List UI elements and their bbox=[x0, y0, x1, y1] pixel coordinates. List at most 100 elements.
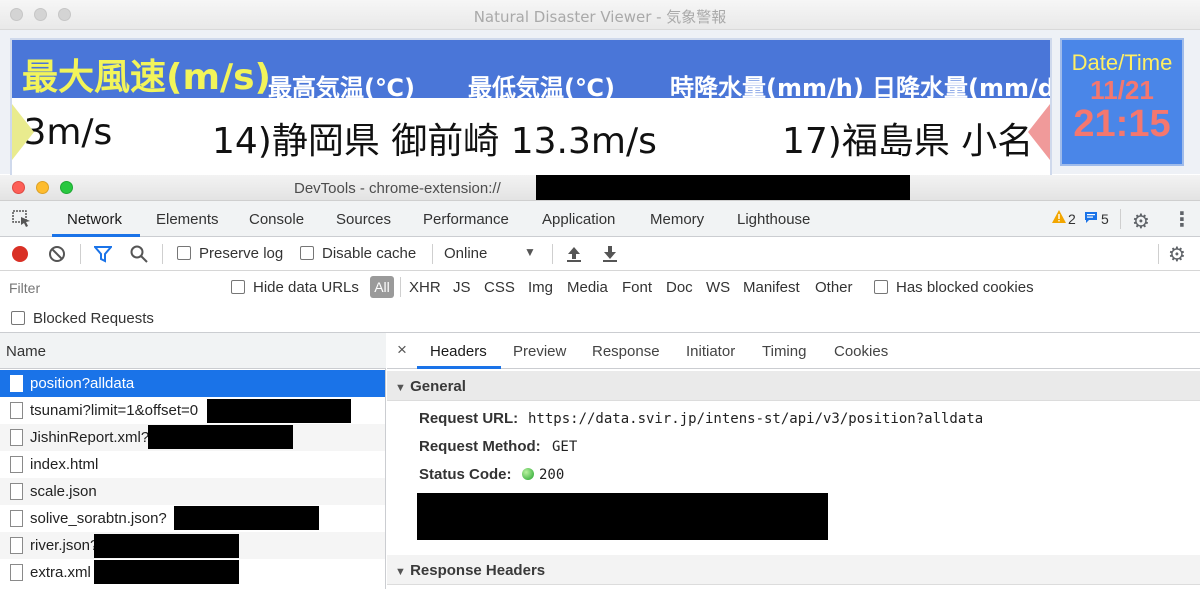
blocked-requests-label[interactable]: Blocked Requests bbox=[33, 310, 154, 327]
scroll-left-arrow-icon[interactable] bbox=[12, 104, 34, 160]
messages-count[interactable]: 5 bbox=[1101, 211, 1109, 227]
filter-type-img[interactable]: Img bbox=[528, 279, 553, 296]
name-column-header[interactable]: Name bbox=[0, 333, 386, 369]
request-row[interactable]: JishinReport.xml? bbox=[0, 424, 385, 451]
throttling-select[interactable]: Online bbox=[444, 245, 487, 262]
ticker-column-hourly-rain: 時降水量(mm/h) bbox=[670, 74, 864, 102]
scroll-right-arrow-icon[interactable] bbox=[1028, 104, 1050, 160]
filter-funnel-icon[interactable] bbox=[92, 245, 114, 267]
request-name: index.html bbox=[30, 456, 99, 473]
request-row[interactable]: index.html bbox=[0, 451, 385, 478]
clear-icon[interactable] bbox=[48, 245, 66, 267]
datetime-label: Date/Time bbox=[1071, 50, 1173, 75]
request-name: JishinReport.xml? bbox=[30, 429, 150, 446]
warnings-count[interactable]: 2 bbox=[1068, 211, 1076, 227]
request-row[interactable]: scale.json bbox=[0, 478, 385, 505]
chevron-down-icon[interactable]: ▼ bbox=[524, 245, 536, 259]
document-icon bbox=[10, 456, 23, 473]
devtools-tabbar: Network Elements Console Sources Perform… bbox=[0, 201, 1200, 237]
tab-console[interactable]: Console bbox=[249, 211, 304, 228]
tab-performance[interactable]: Performance bbox=[423, 211, 509, 228]
filter-type-doc[interactable]: Doc bbox=[666, 279, 693, 296]
has-blocked-cookies-checkbox[interactable] bbox=[874, 280, 888, 294]
filter-type-media[interactable]: Media bbox=[567, 279, 608, 296]
triangle-down-icon: ▼ bbox=[395, 382, 406, 394]
app-window-title: Natural Disaster Viewer - 気象警報 bbox=[473, 8, 727, 26]
record-button[interactable] bbox=[12, 246, 28, 262]
redaction-box bbox=[94, 560, 239, 584]
preserve-log-label[interactable]: Preserve log bbox=[199, 245, 283, 262]
network-settings-gear-icon[interactable]: ⚙ bbox=[1168, 242, 1186, 267]
minimize-window-button[interactable] bbox=[36, 181, 49, 194]
document-icon bbox=[10, 375, 23, 392]
triangle-down-icon: ▼ bbox=[395, 566, 406, 578]
divider bbox=[1120, 209, 1121, 229]
divider bbox=[162, 244, 163, 264]
tab-network[interactable]: Network bbox=[67, 211, 122, 228]
inspect-element-icon[interactable] bbox=[12, 210, 32, 232]
weather-ticker: 最大風速(m/s) 最高気温(℃) 最低気温(℃) 時降水量(mm/h) 日降水… bbox=[10, 38, 1052, 198]
filter-type-css[interactable]: CSS bbox=[484, 279, 515, 296]
message-icon[interactable] bbox=[1084, 211, 1098, 228]
request-row[interactable]: position?alldata bbox=[0, 370, 385, 397]
request-list-pane: Name position?alldata tsunami?limit=1&of… bbox=[0, 333, 386, 589]
warning-icon[interactable] bbox=[1052, 210, 1066, 227]
divider bbox=[432, 244, 433, 264]
tab-memory[interactable]: Memory bbox=[650, 211, 704, 228]
more-options-icon[interactable]: ⋮ bbox=[1172, 207, 1192, 232]
ticker-item: 14)静岡県 御前崎 13.3m/s bbox=[212, 121, 657, 162]
filter-type-js[interactable]: JS bbox=[453, 279, 471, 296]
divider bbox=[400, 277, 401, 297]
hide-data-urls-checkbox[interactable] bbox=[231, 280, 245, 294]
request-name: tsunami?limit=1&offset=0 bbox=[30, 402, 199, 419]
request-row[interactable]: extra.xml bbox=[0, 559, 385, 586]
blocked-requests-checkbox[interactable] bbox=[11, 311, 25, 325]
tab-response[interactable]: Response bbox=[592, 343, 660, 360]
close-window-button[interactable] bbox=[12, 181, 25, 194]
tab-preview[interactable]: Preview bbox=[513, 343, 566, 360]
hide-data-urls-label[interactable]: Hide data URLs bbox=[253, 279, 359, 296]
document-icon bbox=[10, 429, 23, 446]
filter-type-font[interactable]: Font bbox=[622, 279, 652, 296]
tab-cookies[interactable]: Cookies bbox=[834, 343, 888, 360]
divider bbox=[552, 244, 553, 264]
request-row[interactable]: river.json? bbox=[0, 532, 385, 559]
import-har-icon[interactable] bbox=[566, 245, 582, 267]
filter-type-ws[interactable]: WS bbox=[706, 279, 730, 296]
ticker-column-min-temp: 最低気温(℃) bbox=[468, 74, 615, 102]
request-row[interactable]: solive_sorabtn.json? bbox=[0, 505, 385, 532]
ticker-item: 17)福島県 小名 bbox=[782, 121, 1034, 162]
filter-type-manifest[interactable]: Manifest bbox=[743, 279, 800, 296]
disable-cache-checkbox[interactable] bbox=[300, 246, 314, 260]
response-headers-section-header[interactable]: ▼ Response Headers bbox=[387, 555, 1200, 585]
tab-lighthouse[interactable]: Lighthouse bbox=[737, 211, 810, 228]
filter-input[interactable] bbox=[4, 277, 214, 299]
filter-type-all[interactable]: All bbox=[370, 276, 394, 298]
zoom-window-button[interactable] bbox=[60, 181, 73, 194]
ticker-column-daily-rain: 日降水量(mm/d) bbox=[872, 74, 1052, 102]
tab-sources[interactable]: Sources bbox=[336, 211, 391, 228]
status-ok-icon bbox=[522, 468, 534, 480]
tab-application[interactable]: Application bbox=[542, 211, 615, 228]
preserve-log-checkbox[interactable] bbox=[177, 246, 191, 260]
search-icon[interactable] bbox=[130, 245, 148, 267]
request-name: extra.xml bbox=[30, 564, 91, 581]
filter-type-other[interactable]: Other bbox=[815, 279, 853, 296]
general-section-header[interactable]: ▼ General bbox=[387, 371, 1200, 401]
has-blocked-cookies-label[interactable]: Has blocked cookies bbox=[896, 279, 1034, 296]
settings-gear-icon[interactable]: ⚙ bbox=[1132, 209, 1150, 234]
export-har-icon[interactable] bbox=[602, 245, 618, 267]
app-body: 最大風速(m/s) 最高気温(℃) 最低気温(℃) 時降水量(mm/h) 日降水… bbox=[0, 30, 1200, 198]
app-titlebar: Natural Disaster Viewer - 気象警報 bbox=[0, 0, 1200, 30]
disable-cache-label[interactable]: Disable cache bbox=[322, 245, 416, 262]
close-details-icon[interactable]: × bbox=[397, 340, 407, 360]
filter-type-xhr[interactable]: XHR bbox=[409, 279, 441, 296]
redaction-box bbox=[174, 506, 319, 530]
request-method-value: GET bbox=[552, 439, 578, 455]
tab-timing[interactable]: Timing bbox=[762, 343, 806, 360]
request-row[interactable]: tsunami?limit=1&offset=0 bbox=[0, 397, 385, 424]
document-icon bbox=[10, 402, 23, 419]
tab-headers[interactable]: Headers bbox=[430, 343, 487, 360]
tab-initiator[interactable]: Initiator bbox=[686, 343, 735, 360]
tab-elements[interactable]: Elements bbox=[156, 211, 219, 228]
